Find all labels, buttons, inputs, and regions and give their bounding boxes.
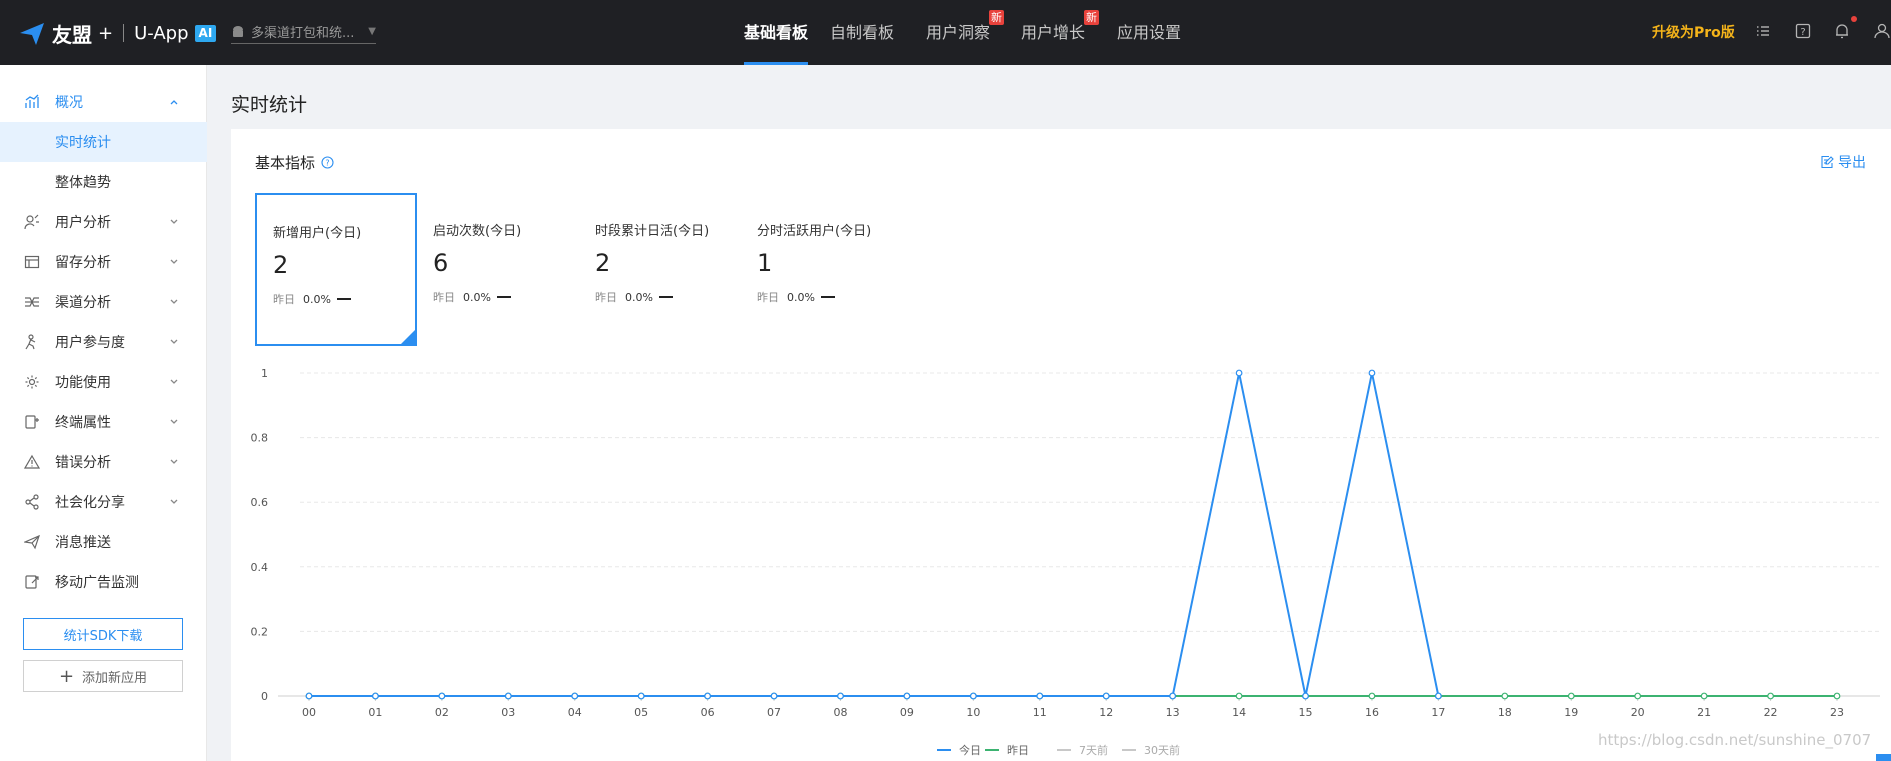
- data-point: [903, 692, 911, 700]
- data-point: [837, 692, 844, 700]
- data-point: [438, 692, 446, 700]
- data-point: [1235, 369, 1243, 377]
- x-tick-label: 11: [1033, 706, 1047, 719]
- x-tick-label: 08: [833, 706, 847, 719]
- data-point: [1036, 692, 1044, 700]
- data-point: [1302, 692, 1309, 700]
- x-tick-label: 06: [701, 706, 715, 719]
- x-tick-label: 22: [1764, 706, 1778, 719]
- x-tick-label: 03: [501, 706, 515, 719]
- x-tick-label: 23: [1830, 706, 1844, 719]
- x-tick-label: 02: [435, 706, 449, 719]
- x-tick-label: 04: [568, 706, 582, 719]
- legend-label: 7天前: [1079, 743, 1108, 757]
- legend-label: 昨日: [1007, 744, 1029, 757]
- scrollbar-thumb[interactable]: [1876, 754, 1891, 761]
- y-tick-label: 0.6: [251, 496, 269, 509]
- data-point: [637, 692, 645, 700]
- x-tick-label: 20: [1631, 706, 1645, 719]
- y-tick-label: 0: [261, 690, 268, 703]
- legend-label: 30天前: [1144, 743, 1180, 757]
- x-tick-label: 00: [302, 706, 316, 719]
- x-tick-label: 10: [966, 706, 980, 719]
- x-tick-label: 16: [1365, 706, 1379, 719]
- x-tick-label: 07: [767, 706, 781, 719]
- data-point: [1833, 692, 1841, 700]
- x-tick-label: 21: [1697, 706, 1711, 719]
- data-point: [1235, 692, 1243, 700]
- data-point: [1567, 692, 1575, 700]
- data-point: [1501, 692, 1509, 700]
- data-point: [372, 692, 379, 700]
- series-line-0: [309, 372, 1440, 697]
- legend-label: 今日: [959, 743, 981, 757]
- data-point: [1700, 692, 1708, 700]
- data-point: [1434, 692, 1442, 700]
- x-tick-label: 17: [1431, 706, 1445, 719]
- x-tick-label: 09: [900, 706, 914, 719]
- x-tick-label: 18: [1498, 706, 1512, 719]
- data-point: [1634, 692, 1642, 700]
- data-point: [1169, 692, 1177, 700]
- x-tick-label: 14: [1232, 706, 1246, 719]
- data-point: [1767, 692, 1774, 700]
- data-point: [770, 692, 778, 700]
- data-point: [571, 692, 579, 700]
- y-tick-label: 0.4: [251, 561, 269, 574]
- y-tick-label: 1: [261, 367, 268, 380]
- x-tick-label: 19: [1564, 706, 1578, 719]
- y-tick-label: 0.8: [251, 432, 269, 445]
- x-tick-label: 01: [368, 706, 382, 719]
- x-tick-label: 12: [1099, 706, 1113, 719]
- data-point: [305, 692, 313, 700]
- data-point: [1102, 692, 1110, 700]
- x-tick-label: 05: [634, 706, 648, 719]
- watermark: https://blog.csdn.net/sunshine_0707: [1598, 731, 1872, 749]
- data-point: [704, 692, 712, 700]
- data-point: [969, 692, 977, 700]
- data-point: [1368, 692, 1376, 700]
- data-point: [504, 692, 512, 700]
- realtime-line-chart: 0 0.2 0.4 0.6 0.8 1 00 01 02 03 04 05 06 07 08 09 10 11 12…: [251, 367, 1880, 757]
- y-tick-label: 0.2: [251, 625, 269, 638]
- x-tick-label: 13: [1166, 706, 1180, 719]
- x-tick-label: 15: [1299, 706, 1313, 719]
- data-point: [1368, 369, 1376, 377]
